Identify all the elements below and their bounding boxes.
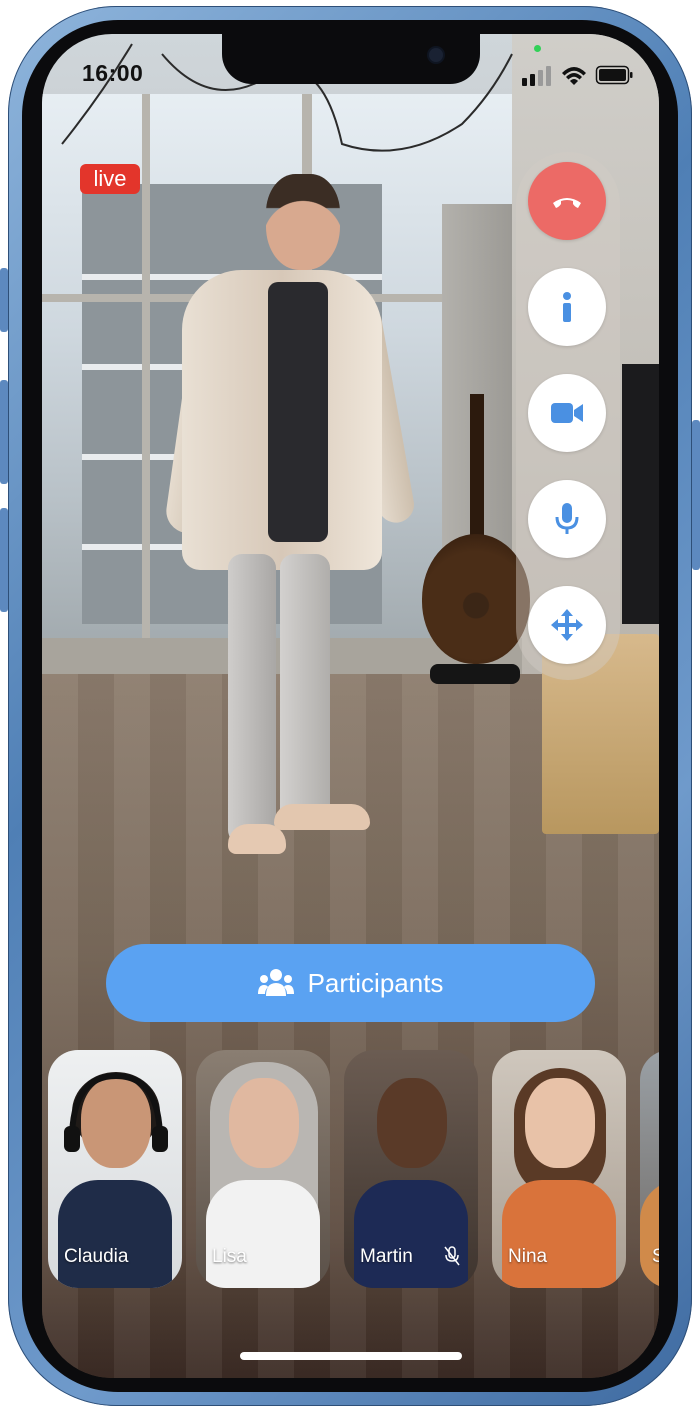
info-button[interactable] — [528, 268, 606, 346]
hologram-person-shirt — [268, 282, 328, 542]
video-camera-icon — [551, 403, 583, 423]
phone-hangup-icon — [553, 198, 581, 208]
participant-tile[interactable]: Nina — [492, 1050, 626, 1288]
guitar-neck — [470, 394, 484, 544]
headset-icon — [64, 1072, 168, 1152]
participant-name: Lisa — [212, 1246, 247, 1267]
microphone-button[interactable] — [528, 480, 606, 558]
mic-muted-icon — [444, 1246, 460, 1266]
live-badge: live — [80, 164, 140, 194]
camera-in-use-indicator — [534, 45, 541, 52]
camera-button[interactable] — [528, 374, 606, 452]
hologram-person-leg-left — [228, 554, 276, 844]
home-indicator[interactable] — [240, 1352, 462, 1360]
participants-label: Participants — [307, 967, 444, 998]
info-icon — [563, 292, 571, 322]
hologram-person-foot-right — [274, 804, 370, 830]
phone-volume-up — [0, 380, 8, 484]
tv — [622, 364, 659, 624]
status-time: 16:00 — [82, 60, 144, 86]
phone-volume-down — [0, 508, 8, 612]
hologram-person-head — [266, 174, 340, 270]
notch — [222, 34, 480, 84]
move-arrows-icon — [551, 609, 583, 641]
participants-icon — [257, 969, 294, 996]
move-button[interactable] — [528, 586, 606, 664]
ar-call-screen: 16:00 live Participants Claudia Lisa Mar… — [42, 34, 659, 1378]
cellular-signal-icon — [522, 66, 551, 86]
microphone-icon — [555, 503, 579, 534]
participant-name: Nina — [508, 1246, 548, 1267]
hologram-person-leg-right — [280, 554, 330, 824]
front-camera — [429, 48, 443, 62]
end-call-button[interactable] — [528, 162, 606, 240]
participant-name: Claudia — [64, 1246, 129, 1267]
guitar-stand — [430, 664, 520, 684]
phone-power-button — [692, 420, 700, 570]
participants-button[interactable]: Participants — [106, 944, 595, 1022]
guitar — [422, 534, 530, 664]
battery-icon — [595, 65, 633, 85]
phone-side-button — [0, 268, 8, 332]
participant-name: S — [652, 1246, 659, 1267]
participant-tile[interactable]: Claudia — [48, 1050, 182, 1288]
participant-tile[interactable]: Lisa — [196, 1050, 330, 1288]
status-icons — [522, 65, 633, 86]
participant-name: Martin — [360, 1246, 413, 1267]
participant-tile[interactable]: S — [640, 1050, 659, 1288]
participant-tile[interactable]: Martin — [344, 1050, 478, 1288]
wifi-icon — [562, 67, 586, 85]
